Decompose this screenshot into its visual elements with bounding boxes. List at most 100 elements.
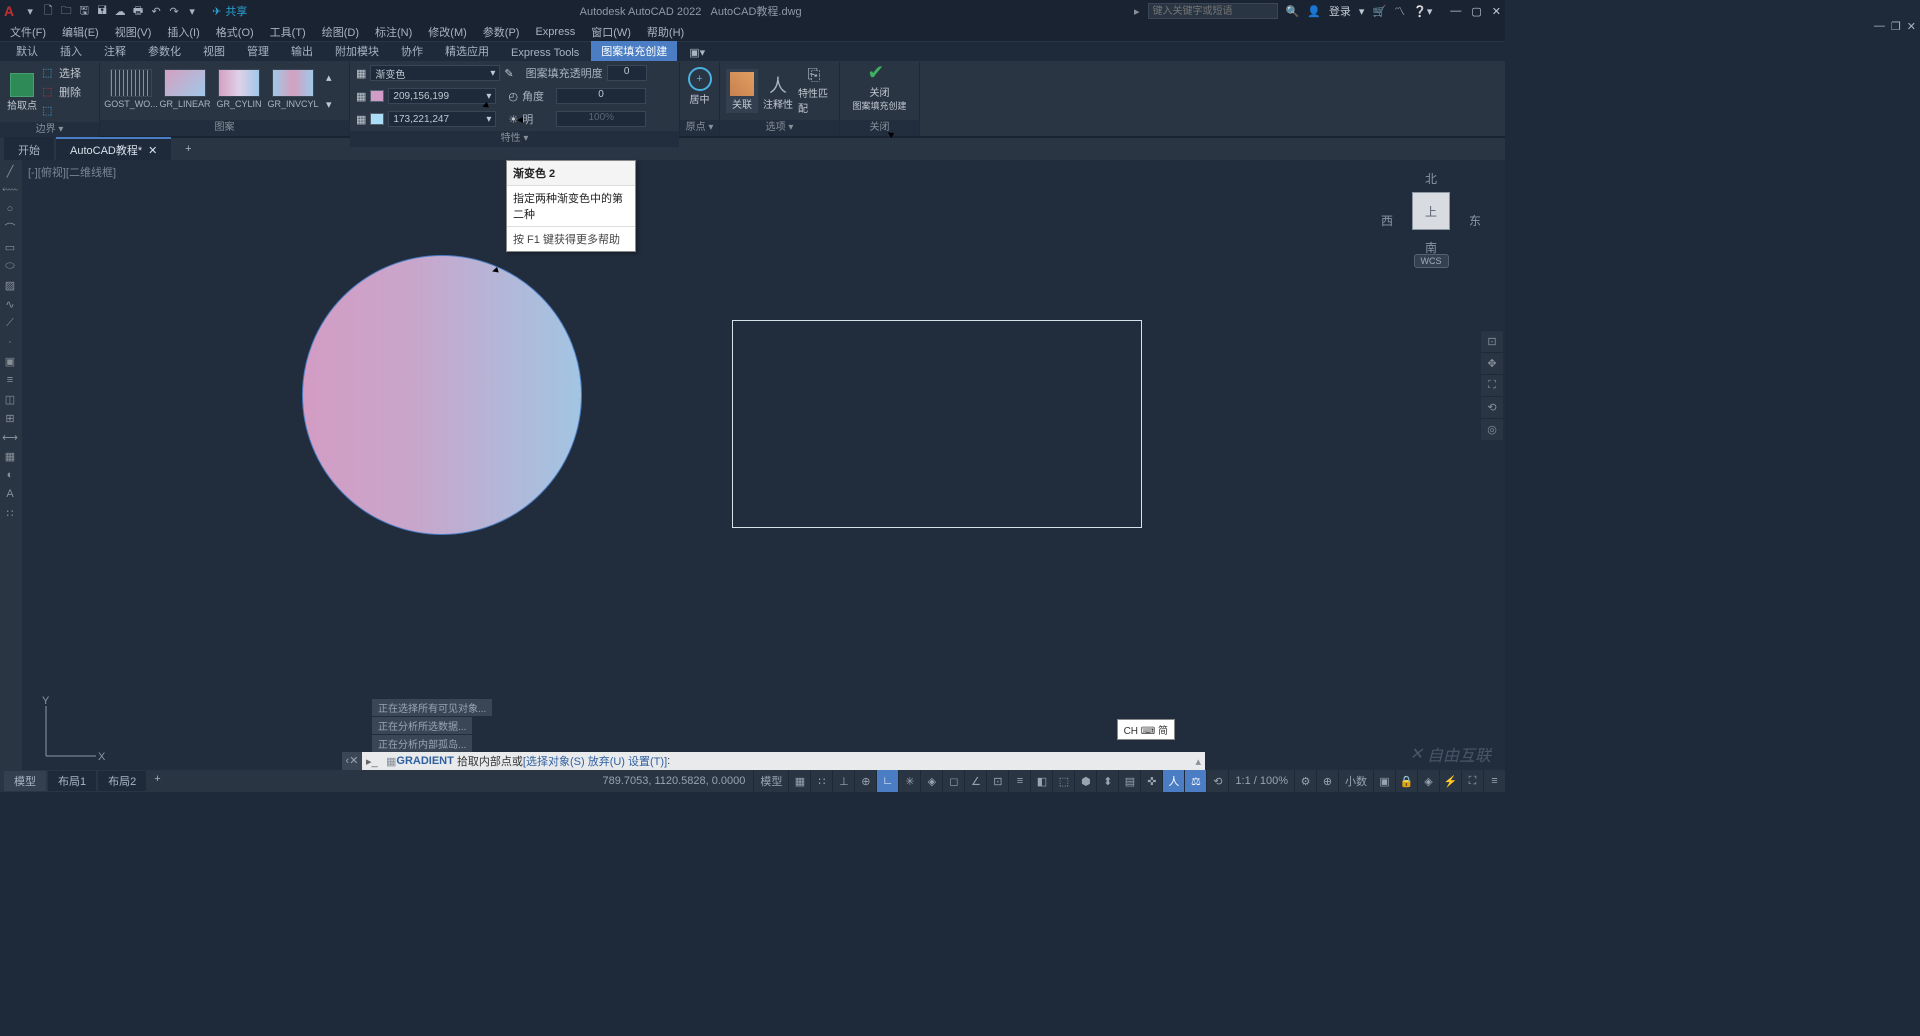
gradient-tool-icon[interactable]: ◐ [0, 466, 20, 484]
cloud-icon[interactable]: ☁ [112, 3, 128, 19]
tab-insert[interactable]: 插入 [50, 41, 92, 61]
filetab-start[interactable]: 开始 [4, 137, 54, 161]
menu-format[interactable]: 格式(O) [216, 24, 254, 40]
cmdline-expand-icon[interactable]: ▴ [1195, 755, 1201, 768]
tab-annotate[interactable]: 注释 [94, 41, 136, 61]
tab-output[interactable]: 输出 [281, 41, 323, 61]
viewport-label[interactable]: [-][俯视][二维线框] [28, 164, 116, 180]
gradient-circle-object[interactable] [302, 255, 582, 535]
polar-icon[interactable]: ✳ [898, 770, 920, 792]
wcs-badge[interactable]: WCS [1414, 254, 1449, 268]
rectangle-object[interactable] [732, 320, 1142, 528]
angle-value[interactable]: 0 [556, 88, 646, 104]
swatch-gost[interactable]: GOST_WO... [106, 69, 156, 113]
tab-view[interactable]: 视图 [193, 41, 235, 61]
share-button[interactable]: ✈ 共享 [212, 3, 247, 19]
customize-icon[interactable]: ≡ [1483, 770, 1505, 792]
grid-icon[interactable]: ▦ [788, 770, 810, 792]
transparency-value[interactable]: 0 [607, 65, 647, 81]
table-tool-icon[interactable]: ⊞ [0, 409, 20, 427]
annoauto-icon[interactable]: ⟲ [1206, 770, 1228, 792]
menu-window[interactable]: 窗口(W) [591, 24, 631, 40]
ime-badge[interactable]: CH ⌨ 简 [1117, 719, 1175, 740]
associative-button[interactable]: 关联 [726, 69, 758, 113]
selection-cycling-icon[interactable]: ⬚ [1052, 770, 1074, 792]
filetab-close-icon[interactable]: ✕ [148, 144, 157, 157]
gizmo-icon[interactable]: ✜ [1140, 770, 1162, 792]
tab-parametric[interactable]: 参数化 [138, 41, 191, 61]
quickprops-icon[interactable]: ▣ [1373, 770, 1395, 792]
otrack-icon[interactable]: ∠ [964, 770, 986, 792]
osnap-icon[interactable]: ◻ [942, 770, 964, 792]
layout-tab-model[interactable]: 模型 [4, 771, 46, 791]
menu-parametric[interactable]: 参数(P) [483, 24, 520, 40]
line-tool-icon[interactable]: ╱ [0, 162, 20, 180]
dyninput-icon[interactable]: ⊕ [854, 770, 876, 792]
block-tool-icon[interactable]: ▣ [0, 352, 20, 370]
zoom-extents-icon[interactable]: ⛶ [1481, 374, 1503, 396]
annovis-icon[interactable]: ⚖ [1184, 770, 1206, 792]
swatch-gr-invcyl[interactable]: GR_INVCYL [268, 69, 318, 113]
xline-tool-icon[interactable]: ⟋ [0, 314, 20, 332]
pan-icon[interactable]: ✥ [1481, 352, 1503, 374]
hatch-type-select[interactable]: 渐变色▾ [370, 65, 500, 81]
doc-close-icon[interactable]: ✕ [1907, 20, 1916, 33]
tab-addins[interactable]: 附加模块 [325, 41, 389, 61]
save-icon[interactable]: 🖫 [76, 3, 92, 19]
lockui-icon[interactable]: 🔒 [1395, 770, 1417, 792]
eyedropper-icon[interactable]: ✎ [504, 67, 513, 80]
units-display[interactable]: 小数 [1338, 770, 1373, 792]
circle-tool-icon[interactable]: ○ [0, 200, 20, 218]
panel-props-title[interactable]: 特性 ▾ [350, 131, 679, 147]
remove-button[interactable]: ⬚删除 [42, 83, 81, 101]
isodraft-icon[interactable]: ◈ [920, 770, 942, 792]
plot-icon[interactable]: 🖶 [130, 3, 146, 19]
coordinate-display[interactable]: 789.7053, 1120.5828, 0.0000 [594, 775, 753, 787]
cleanscreen-icon[interactable]: ⛶ [1461, 770, 1483, 792]
dynucs-icon[interactable]: ⬍ [1096, 770, 1118, 792]
isolate-icon[interactable]: ◈ [1417, 770, 1439, 792]
menu-edit[interactable]: 编辑(E) [62, 24, 99, 40]
polyline-tool-icon[interactable]: ⬳ [0, 181, 20, 199]
login-dropdown-icon[interactable]: ▾ [1359, 5, 1365, 18]
open-folder-icon[interactable]: 🗀 [58, 3, 74, 19]
annotative-button[interactable]: 人注释性 [762, 69, 794, 113]
text-tool-icon[interactable]: A [0, 485, 20, 503]
qat-dropdown-icon[interactable]: ▾ [184, 3, 200, 19]
pattern-scroll-down-icon[interactable]: ▾ [326, 98, 332, 111]
point-tool-icon[interactable]: · [0, 333, 20, 351]
menu-modify[interactable]: 修改(M) [428, 24, 467, 40]
ortho-icon[interactable]: ∟ [876, 770, 898, 792]
panel-origin-title[interactable]: 原点 ▾ [680, 120, 719, 136]
viewcube[interactable]: 北 西 东 上 南 WCS [1381, 170, 1481, 270]
dim-tool-icon[interactable]: ⟷ [0, 428, 20, 446]
panel-boundary-title[interactable]: 边界 ▾ [0, 122, 99, 138]
tab-hatch-creation[interactable]: 图案填充创建 [591, 41, 677, 61]
saveas-icon[interactable]: 🖬 [94, 3, 110, 19]
center-origin-button[interactable]: +居中 [684, 64, 716, 108]
tab-express-tools[interactable]: Express Tools [501, 45, 589, 61]
doc-minimize-icon[interactable]: — [1874, 20, 1885, 33]
cmdline-close-icon[interactable]: ‹✕ [342, 752, 362, 770]
selfilter-icon[interactable]: ▤ [1118, 770, 1140, 792]
redo-icon[interactable]: ↷ [166, 3, 182, 19]
filetab-document[interactable]: AutoCAD教程*✕ [56, 137, 171, 161]
swatch-gr-cylin[interactable]: GR_CYLIN [214, 69, 264, 113]
recreate-button[interactable]: ⬚ [42, 102, 81, 120]
viewcube-top-face[interactable]: 上 [1412, 192, 1450, 230]
pick-points-button[interactable]: 拾取点 [6, 70, 38, 114]
layer-tool-icon[interactable]: ≡ [0, 371, 20, 389]
steering-wheel-icon[interactable]: ◎ [1481, 418, 1503, 440]
infer-icon[interactable]: ⊥ [832, 770, 854, 792]
menu-help[interactable]: 帮助(H) [647, 24, 684, 40]
annoscale-icon[interactable]: 人 [1162, 770, 1184, 792]
snap-icon[interactable]: ∷ [810, 770, 832, 792]
transparency-icon[interactable]: ◧ [1030, 770, 1052, 792]
annomon-icon[interactable]: ⊕ [1316, 770, 1338, 792]
scale-display[interactable]: 1:1 / 100% [1228, 770, 1294, 792]
lwt-icon[interactable]: ≡ [1008, 770, 1030, 792]
layout-tab-1[interactable]: 布局1 [48, 771, 96, 791]
menu-dimension[interactable]: 标注(N) [375, 24, 412, 40]
search-input[interactable] [1148, 3, 1278, 19]
tab-expander-icon[interactable]: ▣▾ [679, 44, 715, 61]
